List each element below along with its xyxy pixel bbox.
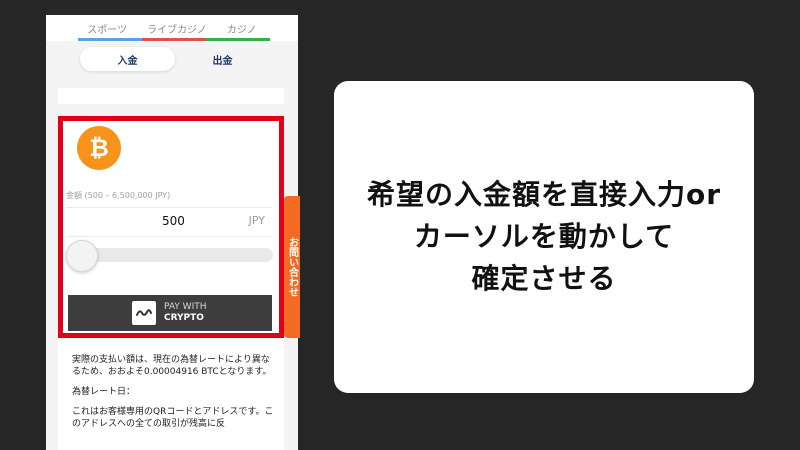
tab-underline-live-casino (142, 38, 206, 41)
note-rate-date: 為替レート日： (72, 387, 136, 397)
tab-casino[interactable]: カジノ (217, 21, 267, 36)
callout-line-3: 確定させる (471, 262, 617, 295)
method-strip (58, 88, 284, 104)
tab-live-casino[interactable]: ライブカジノ (137, 21, 217, 36)
deposit-withdraw-toggle: 入金 出金 (80, 47, 270, 71)
instruction-callout: 希望の入金額を直接入力or カーソルを動かして 確定させる (334, 81, 754, 393)
deposit-note: 実際の支払い額は、現在の為替レートにより異なるため、おおよそ0.00004916… (72, 354, 277, 438)
note-qr-text: これはお客様専用のQRコードとアドレスです。このアドレスへの全ての取引が残高に反 (72, 407, 274, 429)
callout-line-1: 希望の入金額を直接入力or (366, 178, 722, 211)
withdraw-tab[interactable]: 出金 (175, 47, 270, 71)
category-tabs: スポーツ ライブカジノ カジノ (46, 15, 298, 41)
note-rate-text: 実際の支払い額は、現在の為替レートにより異なるため、おおよそ0.00004916… (72, 355, 272, 377)
contact-tab[interactable]: お問い合わせ (284, 196, 300, 338)
highlight-frame (58, 116, 284, 338)
tab-underline-sports (78, 38, 142, 41)
tab-underline-casino (206, 38, 270, 41)
callout-line-2: カーソルを動かして (413, 220, 675, 253)
tab-sports[interactable]: スポーツ (77, 21, 137, 36)
deposit-tab[interactable]: 入金 (80, 47, 175, 71)
